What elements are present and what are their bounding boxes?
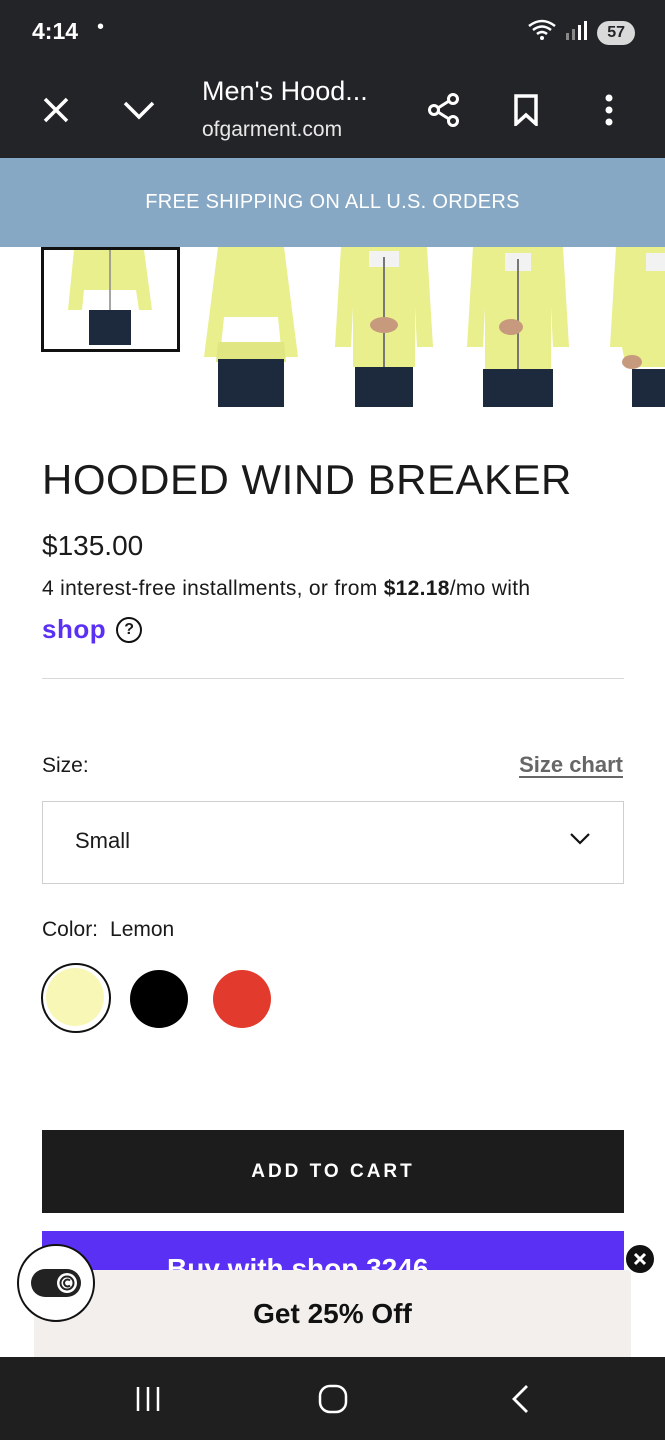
recent-apps-icon[interactable] bbox=[128, 1379, 168, 1419]
browser-toolbar: Men's Hood... ofgarment.com bbox=[0, 62, 665, 158]
installments-amount: $12.18 bbox=[383, 577, 450, 600]
thumbnail-5[interactable] bbox=[606, 247, 665, 407]
more-icon[interactable] bbox=[585, 86, 633, 134]
color-label: Color: Lemon bbox=[42, 918, 174, 942]
cookie-consent-button[interactable] bbox=[17, 1244, 95, 1322]
chevron-down-icon bbox=[569, 832, 591, 851]
color-swatch-red[interactable] bbox=[213, 970, 271, 1028]
bookmark-icon[interactable] bbox=[502, 86, 550, 134]
color-label-text: Color: bbox=[42, 918, 99, 941]
size-select[interactable]: Small bbox=[42, 801, 624, 884]
installments-prefix: 4 interest-free installments, or from bbox=[42, 577, 384, 600]
close-icon[interactable] bbox=[624, 1243, 656, 1275]
size-chart-link[interactable]: Size chart bbox=[519, 752, 623, 778]
page-url[interactable]: ofgarment.com bbox=[202, 118, 342, 142]
color-selected-value: Lemon bbox=[110, 918, 175, 941]
help-icon[interactable]: ? bbox=[116, 616, 143, 643]
page-title[interactable]: Men's Hood... bbox=[202, 76, 368, 107]
shop-pay-row: shop ? bbox=[42, 614, 143, 645]
status-bar: 4:14 • 57 bbox=[0, 0, 665, 62]
divider bbox=[42, 678, 624, 679]
thumbnail-2[interactable] bbox=[198, 247, 304, 407]
notification-dot: • bbox=[97, 16, 105, 38]
color-swatch-black[interactable] bbox=[130, 970, 188, 1028]
shop-logo: shop bbox=[42, 614, 107, 644]
product-thumbnails bbox=[0, 247, 665, 409]
wifi-icon bbox=[527, 18, 557, 47]
add-to-cart-button[interactable]: ADD TO CART bbox=[42, 1130, 624, 1213]
status-time: 4:14 bbox=[32, 18, 79, 44]
battery-indicator: 57 bbox=[597, 20, 635, 45]
product-title: HOODED WIND BREAKER bbox=[42, 456, 572, 503]
back-icon[interactable] bbox=[500, 1379, 540, 1419]
thumbnail-3[interactable] bbox=[331, 247, 437, 407]
color-swatch-lemon[interactable] bbox=[46, 968, 104, 1026]
home-icon[interactable] bbox=[313, 1379, 353, 1419]
close-icon[interactable] bbox=[32, 86, 80, 134]
installments-text: 4 interest-free installments, or from $1… bbox=[42, 577, 530, 601]
product-price: $135.00 bbox=[42, 530, 144, 561]
size-selected-value: Small bbox=[75, 828, 131, 853]
shipping-banner: FREE SHIPPING ON ALL U.S. ORDERS bbox=[0, 158, 665, 247]
status-icons: 57 bbox=[527, 18, 635, 47]
thumbnail-1[interactable] bbox=[41, 247, 180, 352]
thumbnail-4[interactable] bbox=[465, 247, 571, 407]
chevron-down-icon[interactable] bbox=[115, 86, 163, 134]
system-nav-bar bbox=[0, 1357, 665, 1440]
installments-suffix: /mo with bbox=[449, 577, 531, 600]
toggle-icon bbox=[31, 1269, 81, 1297]
size-label: Size: bbox=[42, 754, 89, 777]
signal-icon bbox=[565, 19, 589, 46]
share-icon[interactable] bbox=[420, 86, 468, 134]
promo-banner[interactable]: Get 25% Off bbox=[34, 1270, 631, 1357]
